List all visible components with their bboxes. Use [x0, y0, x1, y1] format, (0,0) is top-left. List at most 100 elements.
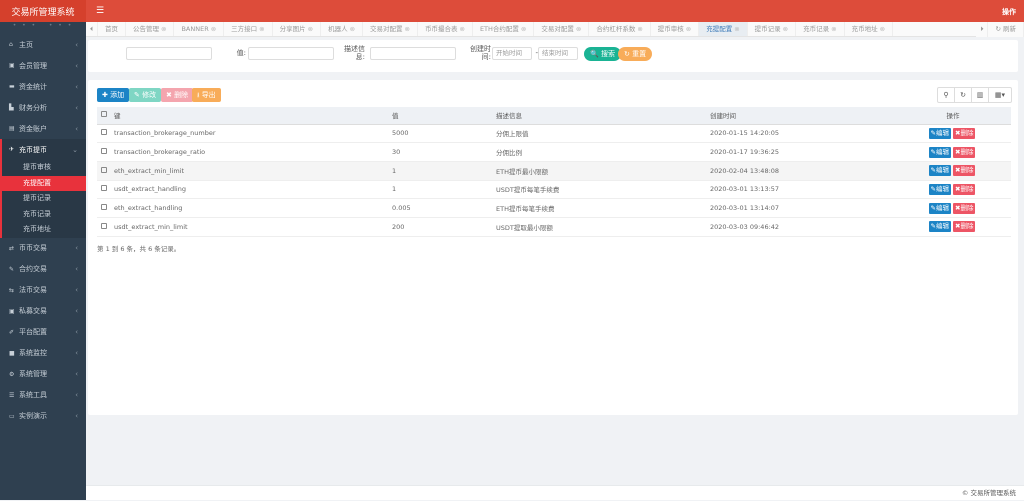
row-delete-button[interactable]: ✖删除	[953, 202, 976, 214]
table-row[interactable]: transaction_brokerage_ratio 30 分佣比例 2020-01…	[97, 142, 1011, 162]
delete-button[interactable]: ✖ 删除	[161, 88, 194, 102]
close-icon[interactable]: ⊗	[350, 25, 355, 33]
sidebar-item[interactable]: ✎ 合约交易 ‹	[0, 259, 86, 280]
search-button[interactable]: 🔍 搜索	[584, 47, 621, 61]
sidebar-item[interactable]: ▣ 私募交易 ‹	[0, 301, 86, 322]
close-icon[interactable]: ⊗	[576, 25, 581, 33]
close-icon[interactable]: ⊗	[783, 25, 788, 33]
table-row[interactable]: eth_extract_handling 0.005 ETH提币每笔手续费 2020-…	[97, 198, 1011, 218]
sidebar-item[interactable]: ⇆ 法币交易 ‹	[0, 280, 86, 301]
close-icon[interactable]: ⊗	[259, 25, 264, 33]
tab[interactable]: 交易对配置 ⊗	[534, 22, 590, 36]
refresh-icon[interactable]: ↻	[955, 88, 972, 102]
sidebar-item[interactable]: ▭ 实例演示 ‹	[0, 406, 86, 427]
search-icon[interactable]: ⚲	[938, 88, 955, 102]
row-checkbox[interactable]	[101, 222, 107, 229]
close-icon[interactable]: ⊗	[686, 25, 691, 33]
tab[interactable]: 币币撮合表 ⊗	[418, 22, 473, 36]
close-icon[interactable]: ⊗	[405, 25, 410, 33]
cell: 2020-01-15 14:20:05	[710, 124, 895, 144]
close-icon[interactable]: ⊗	[880, 25, 885, 33]
row-delete-button[interactable]: ✖删除	[953, 127, 976, 139]
refresh-tab-button[interactable]: ↻ 刷新	[988, 22, 1024, 37]
hamburger-icon[interactable]: ☰	[96, 6, 104, 16]
tab[interactable]: 充币地址 ⊗	[845, 22, 894, 36]
sidebar-item[interactable]: ☰ 系统工具 ‹	[0, 385, 86, 406]
tab[interactable]: 机器人 ⊗	[321, 22, 364, 36]
tab[interactable]: 提币记录 ⊗	[748, 22, 797, 36]
sidebar-item[interactable]: ▬ 资金统计 ‹	[0, 76, 86, 97]
key-input[interactable]	[126, 47, 212, 60]
row-checkbox[interactable]	[101, 204, 107, 211]
tab[interactable]: 充提配置 ⊗	[699, 22, 748, 36]
tab[interactable]: 首页	[98, 22, 126, 36]
tab[interactable]: 提币审核 ⊗	[651, 22, 700, 36]
reset-button[interactable]: ↻ 重置	[618, 47, 653, 61]
tab[interactable]: BANNER ⊗	[174, 22, 225, 36]
sidebar-item[interactable]: ⌂ 主页 ‹	[0, 34, 86, 55]
tab-scroll-right-icon[interactable]: ⏵	[976, 22, 989, 37]
tab-scroll-left-icon[interactable]: ⏴	[86, 22, 98, 36]
sidebar-subitem[interactable]: 提币记录	[2, 191, 86, 207]
tab[interactable]: 充币记录 ⊗	[796, 22, 845, 36]
table-row[interactable]: transaction_brokerage_number 5000 分佣上限值 202…	[97, 124, 1011, 144]
columns-icon[interactable]: ▥	[972, 88, 989, 102]
end-time-input[interactable]: 结束时间	[538, 47, 578, 60]
close-icon[interactable]: ⊗	[308, 25, 313, 33]
table-row[interactable]: usdt_extract_min_limit 200 USDT提取最小限额 2020-…	[97, 217, 1011, 237]
row-edit-button[interactable]: ✎编辑	[928, 202, 951, 214]
export-button[interactable]: ⭳ 导出	[192, 88, 221, 102]
start-time-input[interactable]: 开始时间	[492, 47, 532, 60]
close-icon[interactable]: ⊗	[211, 25, 216, 33]
select-all-checkbox[interactable]	[101, 111, 107, 118]
value-input[interactable]	[248, 47, 334, 60]
row-checkbox[interactable]	[101, 185, 107, 192]
close-icon[interactable]: ⊗	[521, 25, 526, 33]
row-edit-button[interactable]: ✎编辑	[928, 146, 951, 158]
sidebar-item[interactable]: ▙ 财务分析 ‹	[0, 97, 86, 118]
row-delete-button[interactable]: ✖删除	[953, 165, 976, 177]
row-edit-button[interactable]: ✎编辑	[928, 127, 951, 139]
cell: ETH提币最小限额	[496, 161, 710, 181]
row-delete-button[interactable]: ✖删除	[953, 146, 976, 158]
tab[interactable]: ETH合约配置 ⊗	[473, 22, 535, 36]
sidebar-subitem[interactable]: 充币记录	[2, 207, 86, 223]
sidebar-item[interactable]: ▣ 会员管理 ‹	[0, 55, 86, 76]
desc-input[interactable]	[370, 47, 456, 60]
row-checkbox[interactable]	[101, 148, 107, 155]
cell: 2020-02-04 13:48:08	[710, 161, 895, 181]
row-checkbox[interactable]	[101, 166, 107, 173]
tab-label: 合约杠杆系数	[596, 25, 636, 33]
row-edit-button[interactable]: ✎编辑	[928, 165, 951, 177]
close-icon[interactable]: ⊗	[637, 25, 642, 33]
row-delete-button[interactable]: ✖删除	[953, 183, 976, 195]
header-operation-button[interactable]: 操作	[1002, 7, 1016, 17]
row-edit-button[interactable]: ✎编辑	[928, 221, 951, 233]
row-checkbox[interactable]	[101, 129, 107, 136]
tab[interactable]: 三方接口 ⊗	[224, 22, 273, 36]
tab[interactable]: 合约杠杆系数 ⊗	[589, 22, 651, 36]
row-edit-button[interactable]: ✎编辑	[928, 183, 951, 195]
tab[interactable]: 公告管理 ⊗	[126, 22, 175, 36]
sidebar-item[interactable]: ✈ 充币提币 ⌄	[0, 139, 86, 160]
sidebar-subitem[interactable]: 充提配置	[2, 175, 86, 191]
close-icon[interactable]: ⊗	[734, 25, 739, 33]
table-row[interactable]: eth_extract_min_limit 1 ETH提币最小限额 2020-02-0…	[97, 161, 1011, 181]
sidebar-item[interactable]: ⚙ 系统管理 ‹	[0, 364, 86, 385]
sidebar-subitem[interactable]: 充币地址	[2, 222, 86, 238]
row-delete-button[interactable]: ✖删除	[953, 221, 976, 233]
grid-icon[interactable]: ▦▾	[989, 88, 1011, 102]
tab[interactable]: 分享图片 ⊗	[273, 22, 322, 36]
close-icon[interactable]: ⊗	[459, 25, 464, 33]
sidebar-item[interactable]: ⇄ 币币交易 ‹	[0, 238, 86, 259]
table-row[interactable]: usdt_extract_handling 1 USDT提币每笔手续费 2020-03…	[97, 180, 1011, 200]
sidebar-item[interactable]: ■ 系统监控 ‹	[0, 343, 86, 364]
sidebar-item[interactable]: ▤ 资金账户 ‹	[0, 118, 86, 139]
sidebar-item[interactable]: ✐ 平台配置 ‹	[0, 322, 86, 343]
close-icon[interactable]: ⊗	[831, 25, 836, 33]
add-button[interactable]: ✚ 添加	[97, 88, 130, 102]
edit-button[interactable]: ✎ 修改	[129, 88, 162, 102]
sidebar-subitem[interactable]: 提币审核	[2, 160, 86, 176]
tab[interactable]: 交易对配置 ⊗	[363, 22, 418, 36]
close-icon[interactable]: ⊗	[161, 25, 166, 33]
